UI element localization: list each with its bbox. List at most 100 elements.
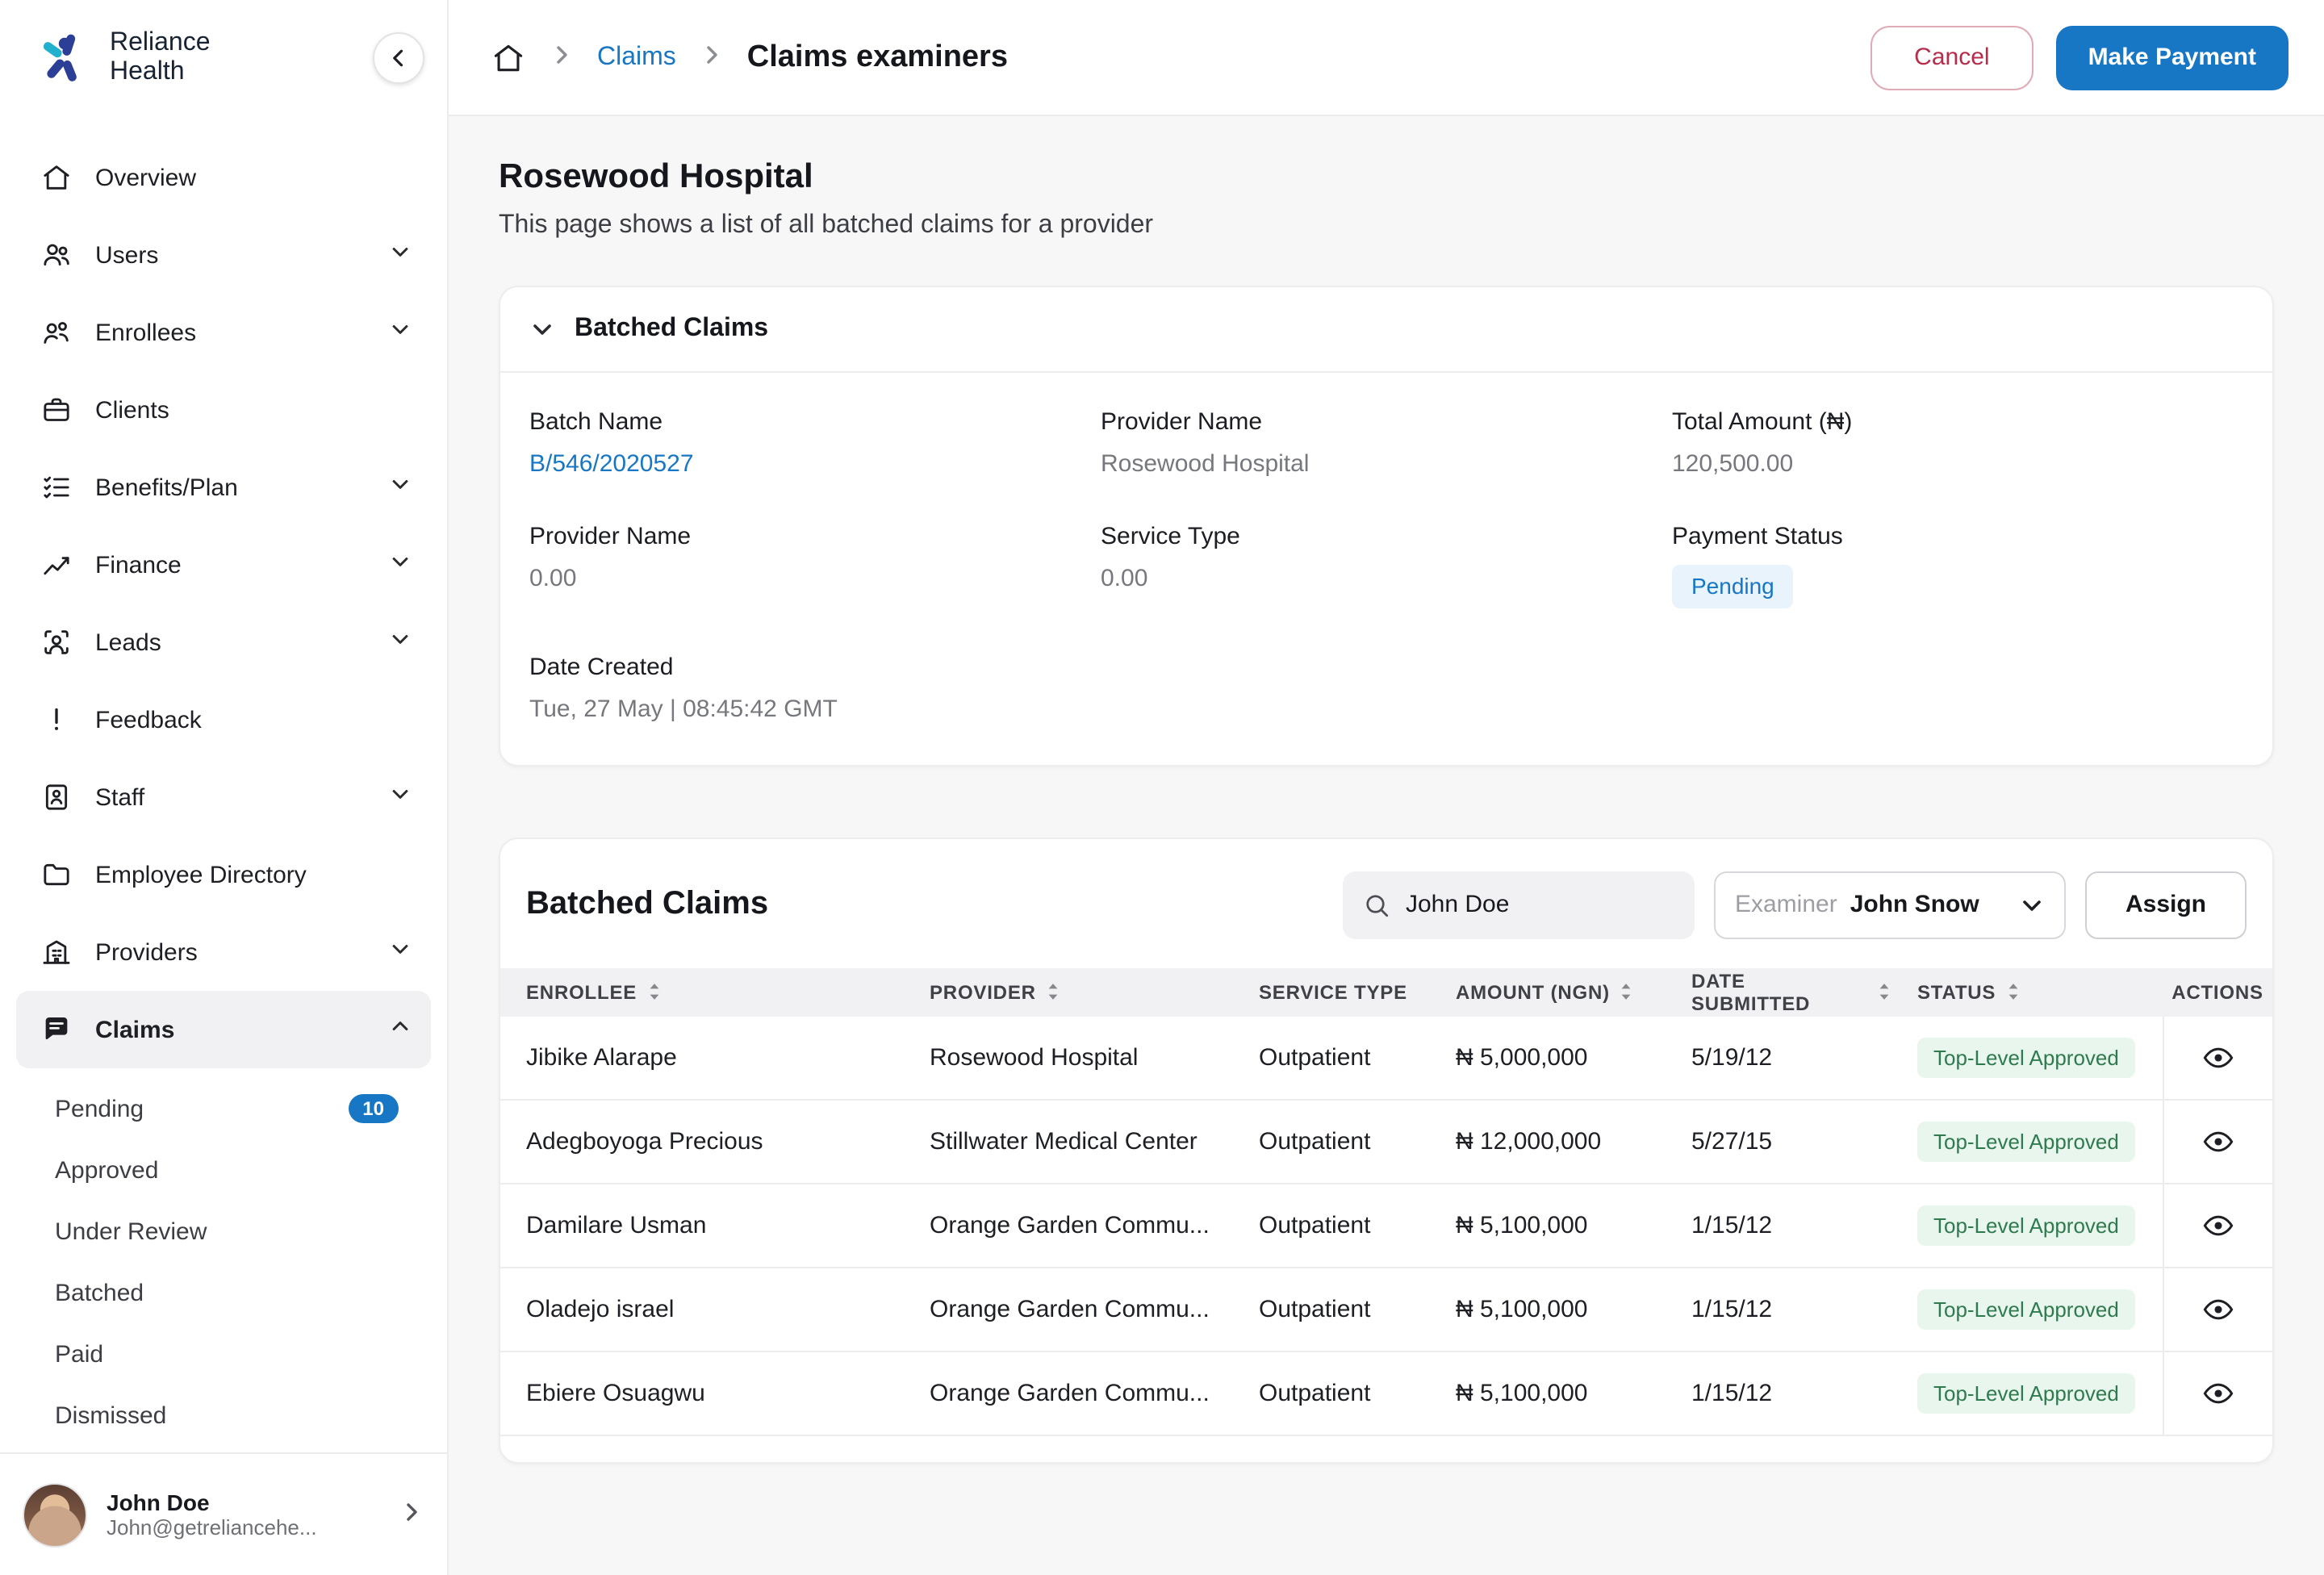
view-claim-eye-icon[interactable] <box>2201 1209 2235 1243</box>
cell-enrollee: Ebiere Osuagwu <box>500 1380 904 1407</box>
breadcrumb-home-icon[interactable] <box>491 40 526 75</box>
status-badge: Top-Level Approved <box>1917 1289 2135 1330</box>
exclamation-icon <box>39 703 73 737</box>
table-title: Batched Claims <box>526 887 1323 924</box>
status-badge: Top-Level Approved <box>1917 1205 2135 1246</box>
search-icon <box>1362 891 1391 920</box>
breadcrumb-claims-link[interactable]: Claims <box>597 43 676 72</box>
cell-enrollee: Oladejo israel <box>500 1296 904 1323</box>
cancel-button[interactable]: Cancel <box>1870 25 2033 90</box>
sort-icon[interactable] <box>1877 982 1891 1003</box>
assign-button[interactable]: Assign <box>2085 871 2247 939</box>
cell-service-type: Outpatient <box>1233 1212 1430 1239</box>
users-icon <box>39 238 73 272</box>
sidebar-item-employee-directory[interactable]: Employee Directory <box>16 836 431 913</box>
page-subtitle: This page shows a list of all batched cl… <box>499 211 2274 240</box>
sidebar-item-claims[interactable]: Claims <box>16 991 431 1068</box>
user-avatar <box>23 1482 87 1547</box>
table-header-row: ENROLLEE PROVIDER SERVICE TYPE AMOUNT (N… <box>500 968 2272 1017</box>
claims-chat-icon <box>39 1013 73 1047</box>
cell-enrollee: Adegboyoga Precious <box>500 1128 904 1155</box>
cell-amount: ₦ 5,100,000 <box>1430 1212 1666 1239</box>
sidebar-item-users[interactable]: Users <box>16 216 431 294</box>
field-batch-name: Batch Name B/546/2020527 <box>529 408 1101 478</box>
view-claim-eye-icon[interactable] <box>2201 1041 2235 1075</box>
batched-claims-card: Batched Claims Examiner John Snow <box>499 838 2274 1464</box>
cell-provider: Stillwater Medical Center <box>904 1128 1233 1155</box>
claims-subitem-paid[interactable]: Paid <box>39 1323 415 1385</box>
claims-subnav: Pending 10 Approved Under Review Batched… <box>16 1068 431 1446</box>
field-service-type: Service Type 0.00 <box>1101 523 1672 608</box>
sidebar-collapse-button[interactable] <box>373 32 424 84</box>
col-enrollee: ENROLLEE <box>526 981 637 1004</box>
cell-amount: ₦ 5,000,000 <box>1430 1044 1666 1072</box>
sidebar-item-finance[interactable]: Finance <box>16 526 431 604</box>
field-total-amount: Total Amount (₦) 120,500.00 <box>1672 408 2243 478</box>
cell-date: 5/19/12 <box>1666 1044 1891 1072</box>
sidebar-header: Reliance Health <box>0 0 447 116</box>
sidebar-item-providers[interactable]: Providers <box>16 913 431 991</box>
col-service-type: SERVICE TYPE <box>1259 981 1407 1004</box>
sort-icon[interactable] <box>1046 982 1060 1003</box>
search-input[interactable] <box>1406 892 1675 919</box>
chevron-down-icon <box>389 783 412 812</box>
col-date-submitted: DATE SUBMITTED <box>1691 970 1867 1015</box>
breadcrumb-chevron-icon <box>549 41 575 73</box>
table-row: Oladejo israel Orange Garden Commu... Ou… <box>500 1268 2272 1352</box>
view-claim-eye-icon[interactable] <box>2201 1293 2235 1326</box>
chevron-up-icon <box>389 1015 412 1044</box>
claims-subitem-under-review[interactable]: Under Review <box>39 1201 415 1262</box>
make-payment-button[interactable]: Make Payment <box>2056 25 2288 90</box>
user-profile[interactable]: John Doe John@getreliancehe... <box>0 1452 447 1575</box>
table-row: Jibike Alarape Rosewood Hospital Outpati… <box>500 1017 2272 1101</box>
reliance-health-logo-icon <box>36 29 94 87</box>
sidebar-item-staff[interactable]: Staff <box>16 758 431 836</box>
batch-name-link[interactable]: B/546/2020527 <box>529 450 1101 478</box>
checklist-icon <box>39 470 73 504</box>
chevron-down-icon <box>2019 892 2045 918</box>
view-claim-eye-icon[interactable] <box>2201 1125 2235 1159</box>
search-box[interactable] <box>1343 871 1695 939</box>
breadcrumb-chevron-icon <box>699 41 725 73</box>
claims-subitem-pending[interactable]: Pending 10 <box>39 1078 415 1139</box>
sidebar-item-clients[interactable]: Clients <box>16 371 431 449</box>
id-card-icon <box>39 780 73 814</box>
sidebar-item-benefits-plan[interactable]: Benefits/Plan <box>16 449 431 526</box>
cell-amount: ₦ 5,100,000 <box>1430 1380 1666 1407</box>
user-name: John Doe <box>107 1489 379 1515</box>
view-claim-eye-icon[interactable] <box>2201 1377 2235 1410</box>
chevron-right-icon <box>399 1498 424 1531</box>
main-area: Claims Claims examiners Cancel Make Paym… <box>449 0 2324 1575</box>
col-amount: AMOUNT (NGN) <box>1456 981 1610 1004</box>
status-badge: Top-Level Approved <box>1917 1372 2135 1414</box>
status-badge: Top-Level Approved <box>1917 1037 2135 1078</box>
page-content: Rosewood Hospital This page shows a list… <box>449 116 2324 1575</box>
cell-service-type: Outpatient <box>1233 1044 1430 1072</box>
sort-icon[interactable] <box>646 982 661 1003</box>
sidebar: Reliance Health Overview Users <box>0 0 449 1575</box>
claims-subitem-dismissed[interactable]: Dismissed <box>39 1385 415 1446</box>
claims-subitem-batched[interactable]: Batched <box>39 1262 415 1323</box>
col-status: STATUS <box>1917 981 1996 1004</box>
app-window: Reliance Health Overview Users <box>0 0 2324 1575</box>
collapse-chevron-icon[interactable] <box>529 316 555 342</box>
cell-date: 5/27/15 <box>1666 1128 1891 1155</box>
sort-icon[interactable] <box>1620 982 1634 1003</box>
user-email: John@getreliancehe... <box>107 1515 379 1539</box>
page-title: Rosewood Hospital <box>499 158 2274 197</box>
examiner-dropdown[interactable]: Examiner John Snow <box>1714 871 2066 939</box>
sidebar-item-leads[interactable]: Leads <box>16 604 431 681</box>
sort-icon[interactable] <box>2005 982 2020 1003</box>
sidebar-item-enrollees[interactable]: Enrollees <box>16 294 431 371</box>
batch-card-title: Batched Claims <box>575 315 768 344</box>
field-provider-name-2: Provider Name 0.00 <box>529 523 1101 608</box>
sidebar-item-feedback[interactable]: Feedback <box>16 681 431 758</box>
sidebar-item-overview[interactable]: Overview <box>16 139 431 216</box>
cell-date: 1/15/12 <box>1666 1212 1891 1239</box>
claims-subitem-approved[interactable]: Approved <box>39 1139 415 1201</box>
field-date-created: Date Created Tue, 27 May | 08:45:42 GMT <box>529 654 1101 723</box>
leads-icon <box>39 625 73 659</box>
chevron-down-icon <box>389 550 412 579</box>
cell-provider: Rosewood Hospital <box>904 1044 1233 1072</box>
table-toolbar: Batched Claims Examiner John Snow <box>500 839 2272 968</box>
